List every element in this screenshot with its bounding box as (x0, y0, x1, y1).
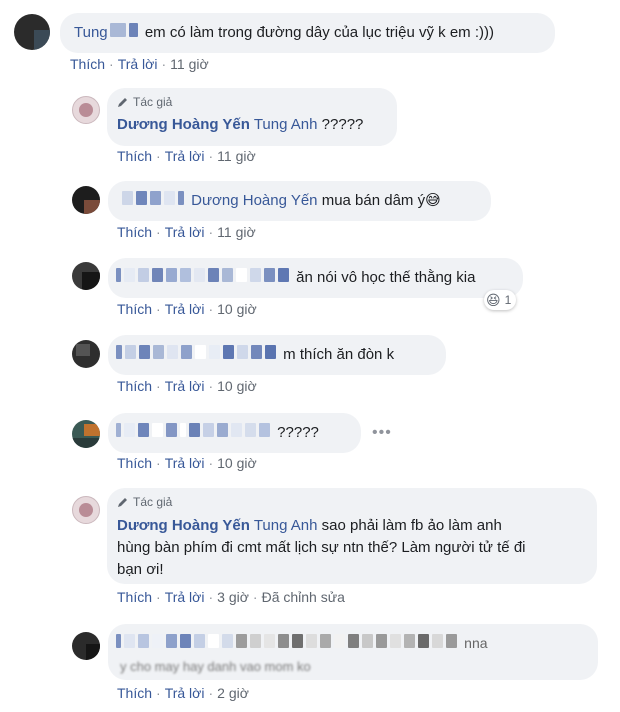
author-avatar[interactable] (72, 496, 100, 524)
like-link[interactable]: Thích (117, 685, 152, 701)
author-badge: Tác giả (117, 94, 172, 110)
comment-text: bạn ơi! (117, 561, 164, 578)
like-link[interactable]: Thích (117, 148, 152, 164)
comment-actions: Thích · Trả lời · 11 giờ (117, 148, 256, 164)
timestamp[interactable]: 3 giờ (217, 589, 249, 605)
avatar[interactable] (72, 186, 100, 214)
comment-bubble: ăn nói vô học thế thằng kia (108, 258, 523, 298)
comment-bubble: Tác giả Dương Hoàng Yến Tung Anh ????? (107, 88, 397, 146)
mention[interactable]: Dương Hoàng Yến (191, 192, 317, 209)
comment-actions: Thích · Trả lời · 11 giờ (117, 224, 256, 240)
mention[interactable]: Tung Anh (254, 517, 318, 534)
comment-bubble: Tung em có làm trong đường dây của lục t… (60, 13, 555, 53)
reply-link[interactable]: Trả lời (165, 148, 205, 164)
comment-bubble: Tác giả Dương Hoàng Yến Tung Anh sao phả… (107, 488, 597, 584)
timestamp[interactable]: 10 giờ (217, 455, 257, 471)
timestamp[interactable]: 10 giờ (217, 301, 257, 317)
reply-link[interactable]: Trả lời (165, 301, 205, 317)
comment-text: m thích ăn đòn k (283, 346, 395, 363)
reply-link[interactable]: Trả lời (165, 378, 205, 394)
comment-actions: Thích · Trả lời · 3 giờ · Đã chỉnh sửa (117, 589, 345, 605)
pen-icon (118, 98, 127, 107)
redacted-name (116, 344, 279, 366)
like-link[interactable]: Thích (117, 589, 152, 605)
timestamp[interactable]: 11 giờ (170, 56, 209, 72)
avatar[interactable] (72, 262, 100, 290)
comment-text: sao phải làm fb ảo làm anh (321, 517, 502, 534)
redacted-name (116, 633, 460, 655)
comment-bubble: m thích ăn đòn k (108, 335, 446, 375)
haha-reaction-icon: 😆 (486, 291, 501, 308)
comment-text: ????? (277, 424, 319, 441)
comment-author[interactable]: Tung (74, 24, 108, 41)
comment-author[interactable]: Dương Hoàng Yến (117, 517, 250, 534)
comment-text: hùng bàn phím đi cmt mất lịch sự ntn thế… (117, 539, 526, 556)
timestamp[interactable]: 11 giờ (217, 224, 256, 240)
edited-label: Đã chỉnh sửa (261, 589, 345, 605)
reaction-count: 1 (504, 293, 512, 307)
redacted-name (122, 190, 187, 212)
comment-author[interactable]: Dương Hoàng Yến (117, 116, 250, 133)
timestamp[interactable]: 11 giờ (217, 148, 256, 164)
avatar[interactable] (14, 14, 50, 50)
comment-text: ????? (321, 116, 364, 133)
comment-bubble: Dương Hoàng Yến mua bán dâm ý😅 (108, 181, 491, 221)
avatar[interactable] (72, 340, 100, 368)
comment-text: nna (464, 635, 488, 651)
like-link[interactable]: Thích (117, 378, 152, 394)
comment-actions: Thích · Trả lời · 11 giờ (70, 56, 209, 72)
redacted-name (116, 422, 273, 444)
mention[interactable]: Tung Anh (254, 116, 318, 133)
pen-icon (118, 498, 127, 507)
reply-link[interactable]: Trả lời (165, 455, 205, 471)
comment-bubble: ????? (108, 413, 361, 453)
comment-actions: Thích · Trả lời · 10 giờ (117, 455, 257, 471)
reply-link[interactable]: Trả lời (165, 685, 205, 701)
timestamp[interactable]: 10 giờ (217, 378, 257, 394)
reply-link[interactable]: Trả lời (165, 224, 205, 240)
like-link[interactable]: Thích (117, 301, 152, 317)
comment-text: mua bán dâm ý (321, 192, 426, 209)
like-link[interactable]: Thích (117, 224, 152, 240)
reaction-badge[interactable]: 😆 1 (484, 290, 517, 310)
author-avatar[interactable] (72, 96, 100, 124)
more-options-icon[interactable]: ••• (372, 424, 392, 442)
avatar[interactable] (72, 420, 100, 448)
redacted-name (108, 22, 141, 44)
comment-text: em có làm trong đường dây của lục triệu … (144, 24, 494, 41)
like-link[interactable]: Thích (117, 455, 152, 471)
comment-bubble: nna y cho may hay danh vao mom ko (108, 624, 598, 680)
reply-link[interactable]: Trả lời (118, 56, 158, 72)
comment-actions: Thích · Trả lời · 10 giờ (117, 301, 257, 317)
comment-text: ăn nói vô học thế thằng kia (296, 269, 476, 286)
like-link[interactable]: Thích (70, 56, 105, 72)
redacted-name (116, 267, 292, 289)
sweat-smile-emoji: 😅 (425, 192, 441, 209)
avatar[interactable] (72, 632, 100, 660)
timestamp[interactable]: 2 giờ (217, 685, 249, 701)
author-badge: Tác giả (117, 494, 172, 510)
comment-text: y cho may hay danh vao mom ko (120, 659, 311, 674)
comment-actions: Thích · Trả lời · 2 giờ (117, 685, 249, 701)
reply-link[interactable]: Trả lời (165, 589, 205, 605)
comment-actions: Thích · Trả lời · 10 giờ (117, 378, 257, 394)
